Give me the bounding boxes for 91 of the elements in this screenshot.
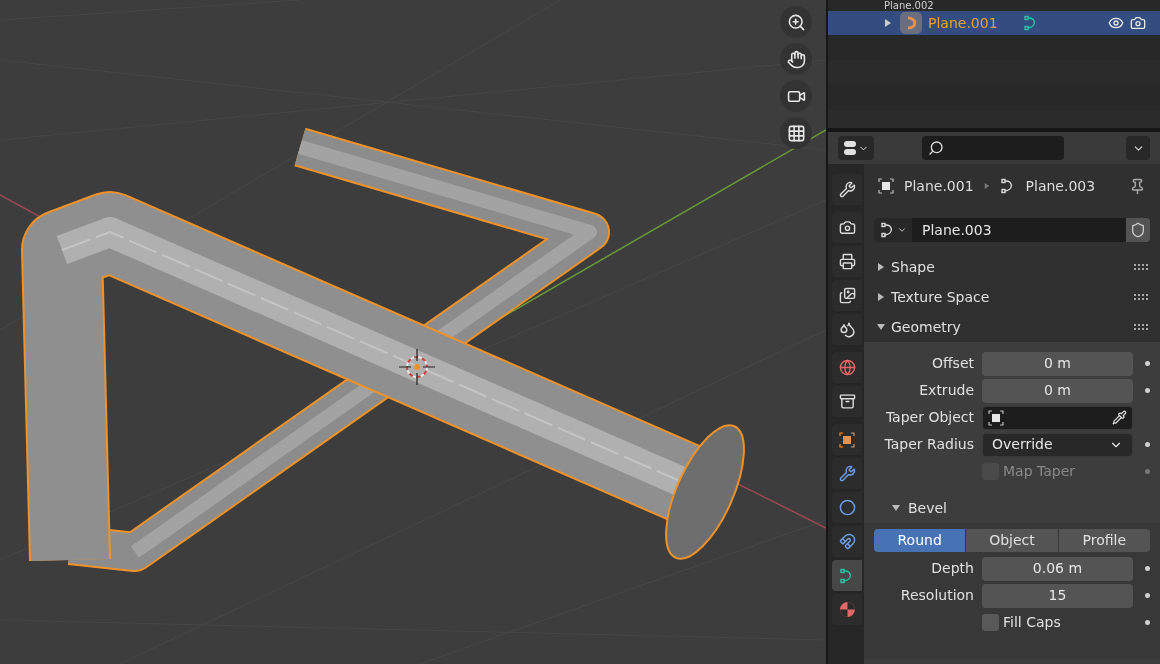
- camera-icon: [838, 219, 856, 236]
- sphere-icon: [838, 601, 856, 618]
- panel-title: Geometry: [891, 317, 962, 337]
- properties-tab[interactable]: [832, 458, 862, 489]
- grid-view-button[interactable]: [780, 117, 812, 149]
- checkbox-label: Fill Caps: [1003, 613, 1062, 632]
- properties-tab[interactable]: [832, 212, 862, 243]
- datablock-name-field[interactable]: Plane.003: [912, 218, 1126, 242]
- hand-icon: [786, 49, 806, 69]
- field-label: Resolution: [899, 586, 975, 605]
- wrench-icon: [838, 465, 856, 482]
- expand-arrow-icon[interactable]: [884, 19, 892, 27]
- 3d-viewport[interactable]: [0, 0, 826, 664]
- breadcrumb-item: Plane.003: [1025, 176, 1096, 196]
- box-icon: [838, 393, 856, 410]
- shield-icon: [1130, 222, 1146, 238]
- properties-tab[interactable]: [832, 526, 862, 557]
- field-label: Taper Radius: [883, 435, 975, 454]
- square-icon: [839, 431, 855, 448]
- zoom-icon: [786, 12, 806, 32]
- checkbox-label: Map Taper: [1003, 462, 1077, 481]
- drag-handle-icon[interactable]: [1134, 263, 1148, 271]
- properties-tab[interactable]: [832, 280, 862, 311]
- tool-icon: [838, 181, 856, 198]
- breadcrumb-item: Plane.001: [904, 176, 974, 196]
- object-name: Plane.002: [884, 0, 935, 11]
- object-icon: [988, 409, 1004, 426]
- properties-tab[interactable]: [832, 352, 862, 383]
- outliner-row[interactable]: Plane.002: [828, 0, 1160, 11]
- drag-handle-icon[interactable]: [1134, 293, 1148, 301]
- disclosure-triangle-icon[interactable]: [892, 504, 900, 512]
- eye-icon[interactable]: [1108, 15, 1124, 31]
- bevel-mode-tab[interactable]: Profile: [1058, 529, 1150, 552]
- field-label: Extrude: [918, 381, 975, 400]
- search-icon: [928, 140, 944, 156]
- number-field[interactable]: 0 m: [982, 378, 1133, 403]
- camera-icon[interactable]: [1130, 15, 1146, 31]
- printer-icon: [838, 253, 856, 270]
- outliner-row[interactable]: Plane.001: [828, 11, 1160, 35]
- droplets-icon: [838, 321, 856, 338]
- properties-tab[interactable]: [832, 174, 862, 205]
- field-label: Offset: [930, 354, 975, 373]
- subpanel-header[interactable]: Bevel: [874, 493, 1150, 523]
- disclosure-triangle-icon[interactable]: [877, 323, 885, 331]
- globe-icon: [838, 359, 856, 376]
- image-icon: [838, 287, 856, 304]
- object-icon: [878, 178, 894, 194]
- bevel-mode-tab[interactable]: Object: [966, 529, 1058, 552]
- toggle-icon: [843, 140, 857, 156]
- drag-handle-icon[interactable]: [1134, 323, 1148, 331]
- search-field[interactable]: [922, 136, 1064, 160]
- number-field[interactable]: 15: [982, 583, 1133, 608]
- panel-header[interactable]: Geometry: [874, 312, 1150, 342]
- properties-tab[interactable]: [832, 314, 862, 345]
- properties-tab[interactable]: [832, 424, 862, 455]
- panel-header[interactable]: Texture Space: [874, 282, 1150, 312]
- editor-type-button[interactable]: [838, 136, 874, 160]
- number-field[interactable]: 0 m: [982, 351, 1133, 376]
- curve-object-icon: [900, 12, 922, 34]
- pin-icon[interactable]: [1129, 177, 1146, 195]
- properties-tab[interactable]: [832, 386, 862, 417]
- zoom-button[interactable]: [780, 6, 812, 38]
- datablock-type-button[interactable]: [874, 218, 912, 242]
- bevel-mode-tab[interactable]: Round: [874, 529, 966, 552]
- number-field[interactable]: 0.06 m: [982, 556, 1133, 581]
- checkbox[interactable]: [982, 614, 999, 631]
- field-label: Depth: [930, 559, 975, 578]
- eyedropper-icon[interactable]: [1112, 410, 1127, 425]
- object-field[interactable]: [982, 405, 1133, 430]
- options-button[interactable]: [1126, 136, 1150, 160]
- chevron-icon: [896, 225, 907, 235]
- panel-header[interactable]: Shape: [874, 252, 1150, 282]
- pan-button[interactable]: [780, 43, 812, 75]
- properties-tab[interactable]: [832, 246, 862, 277]
- disclosure-triangle-icon[interactable]: [877, 263, 885, 271]
- pipe-drawing[interactable]: [21, 127, 745, 572]
- breadcrumb-arrow-icon: [983, 183, 990, 189]
- grid-icon: [786, 123, 806, 143]
- fake-user-button[interactable]: [1126, 218, 1150, 242]
- object-name: Plane.001: [928, 13, 999, 33]
- properties-tab[interactable]: [832, 492, 862, 523]
- panel-title: Shape: [891, 257, 936, 277]
- dropdown[interactable]: Override: [982, 432, 1133, 457]
- disclosure-triangle-icon[interactable]: [877, 293, 885, 301]
- field-label: Taper Object: [884, 408, 975, 427]
- properties-tab[interactable]: [832, 594, 862, 625]
- camera-view-button[interactable]: [780, 80, 812, 112]
- panel-title: Texture Space: [891, 287, 991, 307]
- subpanel-title: Bevel: [908, 498, 947, 518]
- ring-icon: [838, 499, 856, 516]
- 3d-cursor-icon[interactable]: [398, 348, 436, 386]
